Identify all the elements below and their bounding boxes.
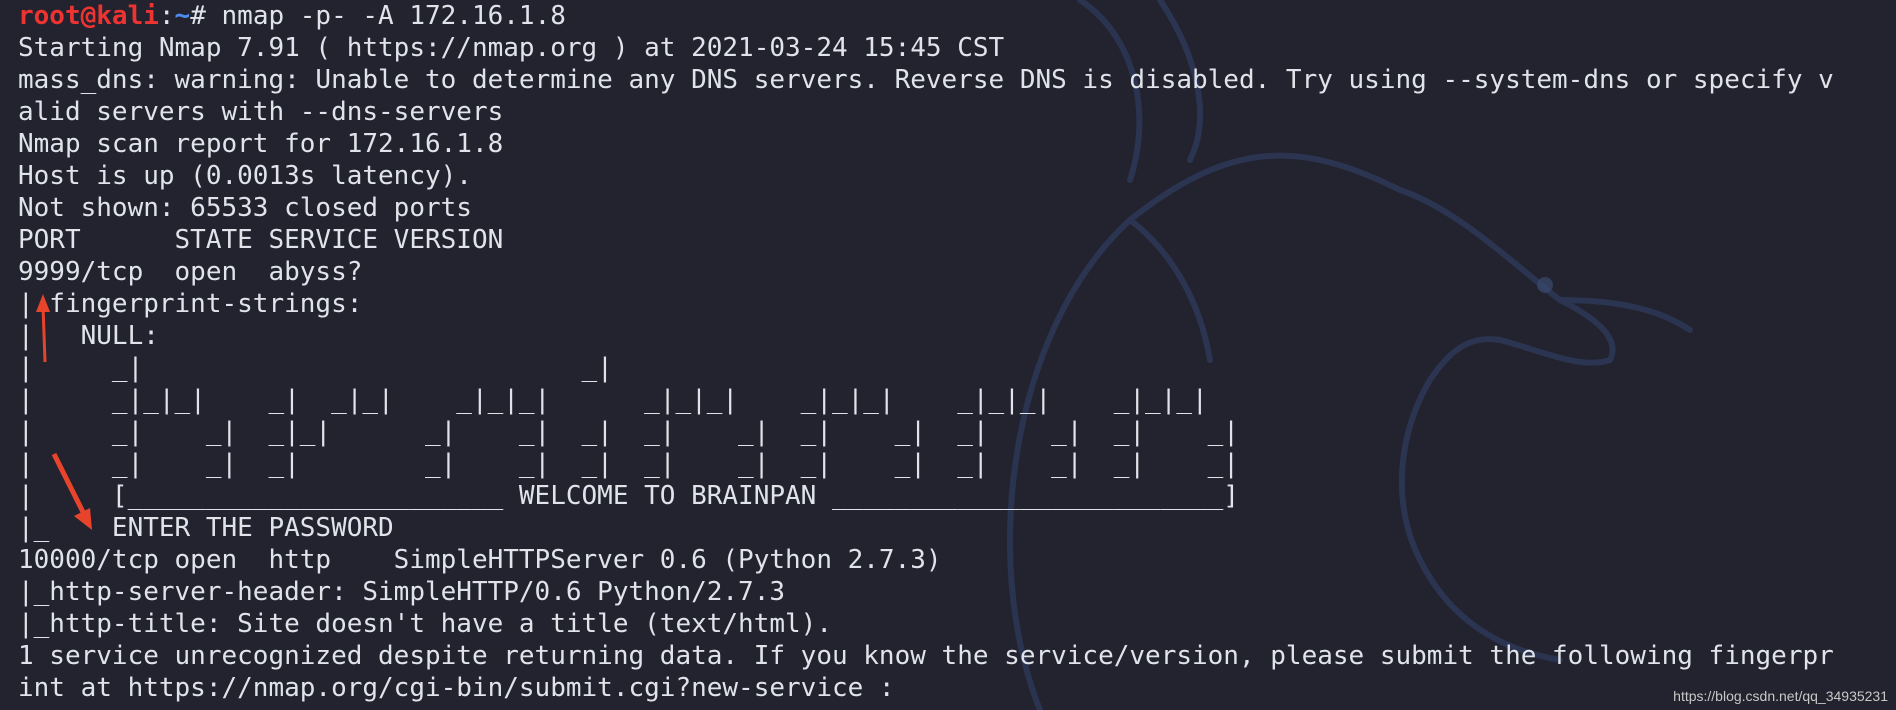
command-line: root@kali:~# nmap -p- -A 172.16.1.8	[18, 0, 1896, 32]
prompt-user-host: root@kali	[18, 1, 159, 31]
ascii-art-line: | _| _|	[18, 353, 613, 383]
ascii-art-line: | _| _| _| _| _| _| _| _| _| _| _| _| _|…	[18, 449, 1239, 479]
output-line: PORT STATE SERVICE VERSION	[18, 225, 504, 255]
output-line: 1 service unrecognized despite returning…	[18, 641, 1834, 671]
output-line: Host is up (0.0013s latency).	[18, 161, 472, 191]
output-line: Not shown: 65533 closed ports	[18, 193, 472, 223]
output-line: alid servers with --dns-servers	[18, 97, 504, 127]
output-line: | fingerprint-strings:	[18, 289, 363, 319]
ascii-art-line: | _| _| _|_| _| _| _| _| _| _| _| _| _| …	[18, 417, 1239, 447]
terminal-output: root@kali:~# nmap -p- -A 172.16.1.8 Star…	[18, 0, 1896, 704]
prompt-hash: #	[190, 1, 222, 31]
ascii-art-line: | _|_|_| _| _|_| _|_|_| _|_|_| _|_|_| _|…	[18, 385, 1208, 415]
output-line: | [________________________ WELCOME TO B…	[18, 481, 1239, 511]
prompt-path: ~	[174, 1, 191, 31]
watermark-text: https://blog.csdn.net/qq_34935231	[1673, 688, 1888, 704]
output-line: |_ ENTER THE PASSWORD	[18, 513, 394, 543]
output-line: |_http-server-header: SimpleHTTP/0.6 Pyt…	[18, 577, 786, 607]
output-line: Nmap scan report for 172.16.1.8	[18, 129, 504, 159]
output-line: | NULL:	[18, 321, 159, 351]
terminal-window[interactable]: root@kali:~# nmap -p- -A 172.16.1.8 Star…	[0, 0, 1896, 710]
output-line: int at https://nmap.org/cgi-bin/submit.c…	[18, 673, 895, 703]
output-line: 9999/tcp open abyss?	[18, 257, 363, 287]
prompt-colon: :	[158, 1, 175, 31]
command-text: nmap -p- -A 172.16.1.8	[221, 1, 566, 31]
output-line: Starting Nmap 7.91 ( https://nmap.org ) …	[18, 33, 1005, 63]
output-line: |_http-title: Site doesn't have a title …	[18, 609, 832, 639]
output-line: 10000/tcp open http SimpleHTTPServer 0.6…	[18, 545, 942, 575]
output-line: mass_dns: warning: Unable to determine a…	[18, 65, 1834, 95]
